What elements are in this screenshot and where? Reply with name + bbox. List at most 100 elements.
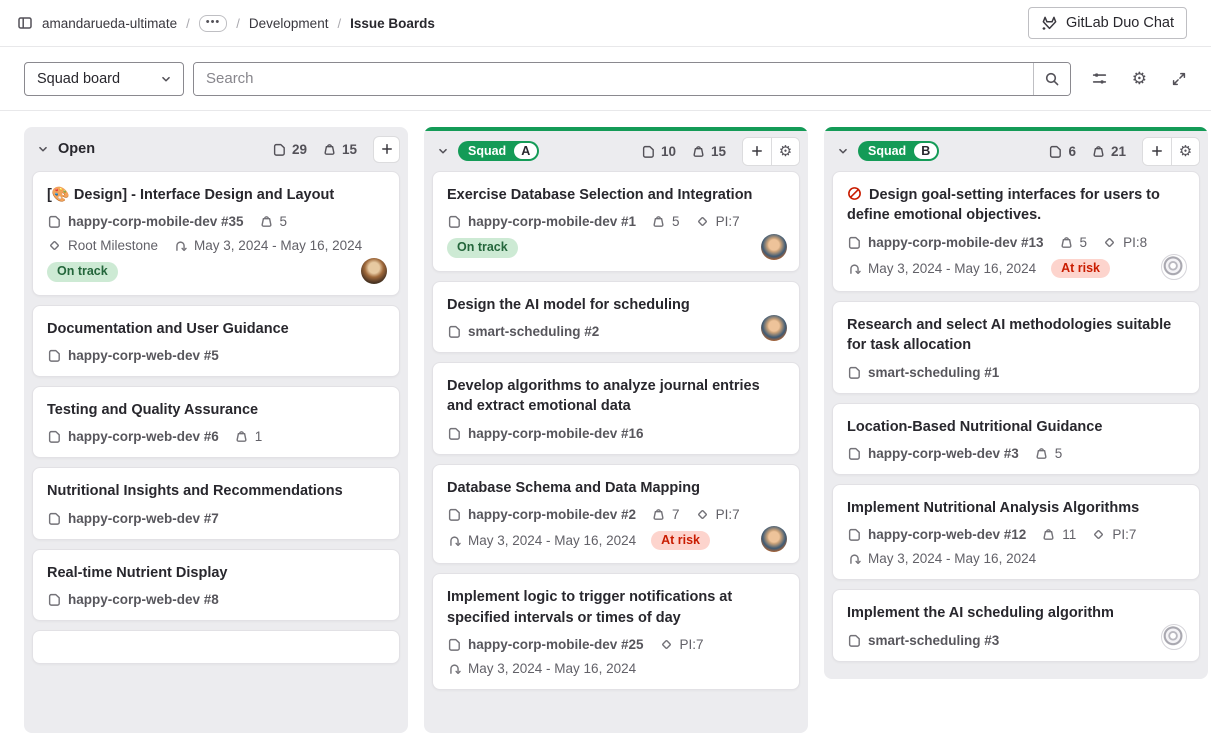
issue-iteration: May 3, 2024 - May 16, 2024 — [847, 261, 1036, 276]
weight-icon — [1041, 527, 1056, 542]
issue-milestone: Root Milestone — [47, 238, 158, 253]
column-counts: 10 15 — [641, 144, 726, 159]
fullscreen-expand-icon[interactable] — [1171, 71, 1187, 87]
collapse-column-chevron-icon[interactable] — [36, 142, 50, 156]
duo-chat-label: GitLab Duo Chat — [1066, 15, 1174, 31]
issue-reference: happy-corp-web-dev #3 — [847, 446, 1019, 461]
issue-card[interactable]: Nutritional Insights and Recommendations… — [32, 467, 400, 539]
assignee-avatar[interactable] — [1161, 624, 1187, 650]
breadcrumb-group[interactable]: Development — [249, 16, 329, 31]
issue-reference: smart-scheduling #1 — [847, 365, 999, 380]
issue-card[interactable]: Design the AI model for scheduling smart… — [432, 281, 800, 353]
milestone-icon — [1102, 235, 1117, 250]
issue-title: Database Schema and Data Mapping — [447, 478, 785, 498]
chevron-down-icon — [159, 72, 173, 86]
issue-title: Design goal-setting interfaces for users… — [847, 185, 1185, 226]
issue-reference: happy-corp-web-dev #5 — [47, 348, 219, 363]
board-switcher-dropdown[interactable]: Squad board — [24, 62, 184, 96]
issue-title: Develop algorithms to analyze journal en… — [447, 376, 785, 417]
board-filters-sliders-icon[interactable] — [1091, 70, 1108, 87]
issue-title: [🎨 Design] - Interface Design and Layout — [47, 185, 385, 205]
weight-icon — [259, 214, 274, 229]
toolbar-actions: ⚙ — [1091, 70, 1187, 87]
column-counts: 6 21 — [1048, 144, 1126, 159]
weight-icon — [691, 144, 706, 159]
iteration-icon — [847, 261, 862, 276]
issue-reference: happy-corp-mobile-dev #35 — [47, 214, 244, 229]
assignee-avatar[interactable] — [361, 258, 387, 284]
search-icon — [1044, 71, 1060, 87]
issue-reference: happy-corp-web-dev #7 — [47, 511, 219, 526]
issue-iteration: May 3, 2024 - May 16, 2024 — [173, 238, 362, 253]
issue-card[interactable]: Database Schema and Data Mapping happy-c… — [432, 464, 800, 565]
column-header: Squad A 10 15 ⚙ — [424, 131, 808, 171]
column-scoped-label: Squad B — [858, 141, 939, 161]
issue-type-icon — [447, 507, 462, 522]
issue-card[interactable] — [32, 630, 400, 664]
add-issue-button[interactable] — [743, 138, 771, 165]
weight-icon — [1059, 235, 1074, 250]
issue-card[interactable]: Develop algorithms to analyze journal en… — [432, 362, 800, 455]
issue-iteration: May 3, 2024 - May 16, 2024 — [847, 551, 1036, 566]
milestone-icon — [659, 637, 674, 652]
issue-card[interactable]: Implement the AI scheduling algorithm sm… — [832, 589, 1200, 661]
issue-title: Exercise Database Selection and Integrat… — [447, 185, 785, 205]
column-title: Open — [58, 141, 95, 157]
search-button[interactable] — [1033, 63, 1070, 95]
assignee-avatar[interactable] — [1161, 254, 1187, 280]
issue-card[interactable]: Design goal-setting interfaces for users… — [832, 171, 1200, 292]
issue-reference: happy-corp-mobile-dev #16 — [447, 426, 644, 441]
issue-card[interactable]: Documentation and User Guidance happy-co… — [32, 305, 400, 377]
board-settings-gear-icon[interactable]: ⚙ — [1132, 70, 1147, 87]
issue-title: Documentation and User Guidance — [47, 319, 385, 339]
assignee-avatar[interactable] — [761, 234, 787, 260]
filter-search-bar — [193, 62, 1071, 96]
issue-card[interactable]: Implement logic to trigger notifications… — [432, 573, 800, 690]
health-status-badge: At risk — [1051, 259, 1110, 279]
issue-weight: 5 — [651, 214, 680, 229]
issue-card[interactable]: Implement Nutritional Analysis Algorithm… — [832, 484, 1200, 580]
column-settings-gear-icon[interactable]: ⚙ — [771, 138, 799, 165]
breadcrumb-ellipsis-button[interactable]: ••• — [199, 15, 228, 32]
breadcrumb-project[interactable]: amandarueda-ultimate — [42, 16, 177, 31]
issue-card[interactable]: Exercise Database Selection and Integrat… — [432, 171, 800, 272]
issue-reference: smart-scheduling #3 — [847, 633, 999, 648]
issue-type-icon — [47, 511, 62, 526]
issue-iteration: May 3, 2024 - May 16, 2024 — [447, 533, 636, 548]
collapse-column-chevron-icon[interactable] — [436, 144, 450, 158]
issue-weight: 1 — [234, 429, 263, 444]
collapse-column-chevron-icon[interactable] — [836, 144, 850, 158]
assignee-avatar[interactable] — [761, 315, 787, 341]
issue-type-icon — [47, 592, 62, 607]
issue-card[interactable]: Testing and Quality Assurance happy-corp… — [32, 386, 400, 458]
column-settings-gear-icon[interactable]: ⚙ — [1171, 138, 1199, 165]
search-input[interactable] — [194, 63, 1033, 95]
milestone-icon — [1091, 527, 1106, 542]
issue-reference: happy-corp-mobile-dev #13 — [847, 235, 1044, 250]
issue-board: Open 29 15 [🎨 Design] - Interface Design… — [0, 111, 1211, 733]
issue-type-icon — [847, 633, 862, 648]
issue-card[interactable]: [🎨 Design] - Interface Design and Layout… — [32, 171, 400, 296]
gitlab-duo-chat-button[interactable]: GitLab Duo Chat — [1028, 7, 1187, 39]
board-column-squad-b: Squad B 6 21 ⚙ — [824, 127, 1208, 679]
sidebar-toggle-icon[interactable] — [17, 15, 33, 31]
add-issue-button[interactable] — [1143, 138, 1171, 165]
column-weight-count: 15 — [711, 144, 726, 159]
milestone-icon — [695, 214, 710, 229]
issue-card[interactable]: Real-time Nutrient Display happy-corp-we… — [32, 549, 400, 621]
issue-type-icon — [47, 348, 62, 363]
issue-type-icon — [47, 429, 62, 444]
issue-reference: smart-scheduling #2 — [447, 324, 599, 339]
weight-icon — [1091, 144, 1106, 159]
issue-title: Implement logic to trigger notifications… — [447, 587, 785, 628]
add-issue-button[interactable] — [373, 136, 400, 163]
issue-card[interactable]: Research and select AI methodologies sui… — [832, 301, 1200, 394]
issue-card[interactable]: Location-Based Nutritional Guidance happ… — [832, 403, 1200, 475]
issue-weight: 5 — [1059, 235, 1088, 250]
issue-type-icon — [447, 637, 462, 652]
issue-type-icon — [847, 446, 862, 461]
column-weight-count: 15 — [342, 142, 357, 157]
issue-title: Implement Nutritional Analysis Algorithm… — [847, 498, 1185, 518]
column-header: Open 29 15 — [24, 127, 408, 171]
issue-count-icon — [272, 142, 287, 157]
